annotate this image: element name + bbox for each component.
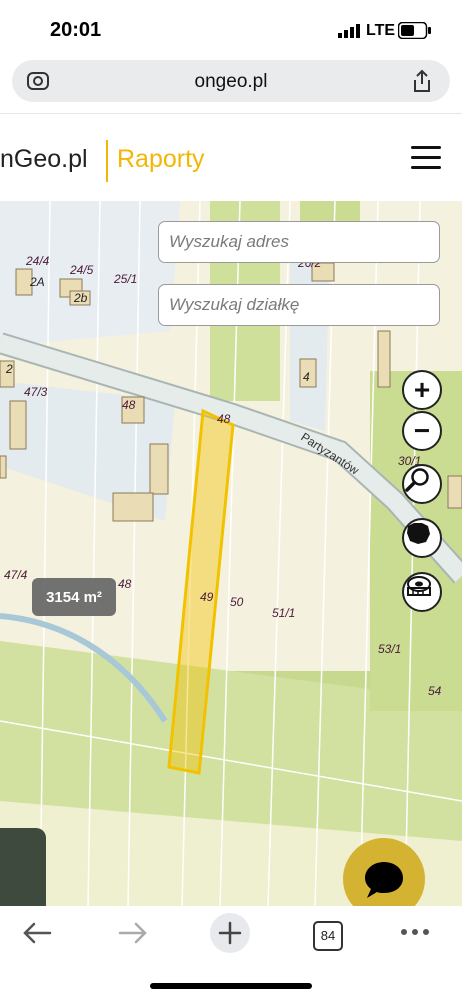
hamburger-menu-icon[interactable]: [411, 146, 441, 170]
magnifier-button[interactable]: [402, 464, 442, 504]
map-view[interactable]: 24/4 24/5 25/1 2A 2b 26/2 2 47/3 48 4 48…: [0, 201, 462, 906]
brand-logo[interactable]: nGeo.pl: [0, 145, 88, 174]
country-view-button[interactable]: [402, 518, 442, 558]
status-time: 20:01: [50, 19, 102, 41]
url-bar[interactable]: ongeo.pl: [12, 60, 450, 102]
zoom-out-button[interactable]: −: [402, 411, 442, 451]
back-arrow-icon[interactable]: [22, 922, 52, 944]
building: [0, 455, 7, 479]
parcel-label: 48: [122, 398, 136, 412]
building: [377, 330, 391, 388]
share-icon[interactable]: [411, 69, 433, 93]
brand-separator: [106, 140, 108, 182]
signal-icon: [338, 24, 360, 38]
parcel-label: 25/1: [113, 272, 137, 286]
chat-bubble-icon: [365, 862, 403, 898]
parcel-label: 24/4: [25, 254, 50, 268]
measure-button[interactable]: [402, 572, 442, 612]
network-label: LTE: [366, 22, 396, 39]
parcel-label: 24/5: [69, 263, 94, 277]
parcel-label: 53/1: [378, 642, 401, 656]
parcel-label: 4: [303, 370, 310, 384]
tape-measure-icon: [407, 576, 431, 596]
building: [447, 475, 462, 509]
parcel-label: 2A: [29, 275, 45, 289]
building: [9, 400, 27, 450]
parcel-label: 47/4: [4, 568, 28, 582]
parcel-label: 48: [217, 412, 231, 426]
battery-icon: [398, 22, 431, 39]
new-tab-icon[interactable]: [209, 912, 251, 954]
building: [112, 492, 154, 522]
parcel-search-input[interactable]: [158, 284, 440, 326]
more-options-icon[interactable]: [400, 928, 430, 936]
reports-link[interactable]: Raporty: [117, 145, 205, 174]
url-text[interactable]: ongeo.pl: [12, 71, 450, 93]
parcel-label: 54: [428, 684, 442, 698]
home-indicator: [150, 983, 312, 989]
forward-arrow-icon[interactable]: [118, 922, 148, 944]
parcel-label: 2b: [73, 291, 88, 305]
satellite-layer-thumbnail[interactable]: [0, 828, 46, 906]
parcel-area-badge: 3154 m²: [32, 578, 116, 616]
parcel-label: 50: [230, 595, 244, 609]
zoom-in-button[interactable]: +: [402, 370, 442, 410]
site-header: nGeo.pl Raporty: [0, 113, 462, 202]
address-search-input[interactable]: [158, 221, 440, 263]
parcel-label: 2: [5, 362, 13, 376]
magnifier-icon: [405, 468, 429, 492]
building: [149, 443, 169, 495]
parcel-label: 48: [118, 577, 132, 591]
poland-map-icon: [407, 523, 430, 544]
parcel-label: 47/3: [24, 385, 48, 399]
status-bar: 20:01 LTE: [0, 0, 462, 60]
parcel-label: 49: [200, 590, 214, 604]
parcel-label: 51/1: [272, 606, 295, 620]
browser-toolbar: 84: [0, 906, 462, 999]
tab-switcher-button[interactable]: 84: [313, 921, 343, 951]
